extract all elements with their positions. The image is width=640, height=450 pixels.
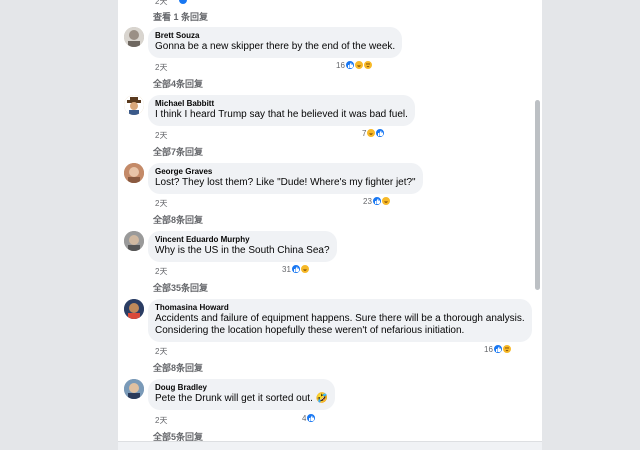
- comment-author[interactable]: Brett Souza: [155, 31, 395, 41]
- comment-text: Gonna be a new skipper there by the end …: [155, 41, 396, 52]
- sad-icon: [362, 60, 373, 70]
- scrollbar-thumb[interactable]: [535, 100, 540, 290]
- comment-author[interactable]: Vincent Eduardo Murphy: [155, 235, 330, 245]
- comment-time[interactable]: 2天: [155, 62, 167, 73]
- comment-text: Accidents and failure of equipment happe…: [155, 313, 525, 324]
- comment-time[interactable]: 2天: [155, 198, 167, 209]
- haha-icon: [299, 264, 310, 274]
- reaction-summary[interactable]: 23: [363, 196, 391, 206]
- avatar[interactable]: [124, 27, 144, 47]
- like-icon: [306, 413, 317, 423]
- view-replies-link[interactable]: 全部4条回复: [153, 77, 203, 90]
- view-replies-link[interactable]: 查看 1 条回复: [153, 10, 208, 23]
- like-icon: [178, 0, 188, 5]
- reaction-count: 16: [484, 344, 493, 354]
- reaction-summary[interactable]: 16: [484, 344, 512, 354]
- reaction-summary[interactable]: 4: [302, 413, 317, 423]
- reaction-summary[interactable]: 31: [282, 264, 310, 274]
- like-icon: [375, 128, 386, 138]
- comment-author[interactable]: Michael Babbitt: [155, 99, 408, 109]
- comment-bubble: Brett Souza Gonna be a new skipper there…: [148, 27, 403, 58]
- comment-author[interactable]: Doug Bradley: [155, 383, 328, 393]
- comments-panel: 2天 查看 1 条回复 Brett Souza Gonna be a new s…: [118, 0, 542, 450]
- haha-icon: [380, 196, 391, 206]
- comment-bubble: Vincent Eduardo Murphy Why is the US in …: [148, 231, 337, 262]
- comment-time[interactable]: 2天: [155, 130, 167, 141]
- comment-text: Lost? They lost them? Like "Dude! Where'…: [155, 177, 416, 188]
- comment-author[interactable]: George Graves: [155, 167, 416, 177]
- avatar[interactable]: [124, 95, 144, 115]
- comment-bubble: Doug Bradley Pete the Drunk will get it …: [148, 379, 336, 410]
- view-replies-link[interactable]: 全部35条回复: [153, 281, 208, 294]
- comment-text-line-2: Considering the location hopefully these…: [155, 325, 465, 336]
- comment-bubble: Michael Babbitt I think I heard Trump sa…: [148, 95, 415, 126]
- comment-time[interactable]: 2天: [155, 0, 167, 7]
- comment-time[interactable]: 2天: [155, 266, 167, 277]
- comment-time[interactable]: 2天: [155, 415, 167, 426]
- reaction-summary[interactable]: 16: [336, 60, 373, 70]
- comment-text: Why is the US in the South China Sea?: [155, 245, 330, 256]
- reaction-count: 31: [282, 264, 291, 274]
- comment-text: Pete the Drunk will get it sorted out. 🤣: [155, 393, 329, 404]
- comment-bubble: Thomasina Howard Accidents and failure o…: [148, 299, 532, 342]
- reaction-count: 23: [363, 196, 372, 206]
- comment-bubble: George Graves Lost? They lost them? Like…: [148, 163, 423, 194]
- reaction-count: 16: [336, 60, 345, 70]
- view-replies-link[interactable]: 全部8条回复: [153, 213, 203, 226]
- comment-text: I think I heard Trump say that he believ…: [155, 109, 408, 120]
- comment-author[interactable]: Thomasina Howard: [155, 303, 525, 313]
- sad-icon: [501, 344, 512, 354]
- avatar[interactable]: [124, 379, 144, 399]
- avatar[interactable]: [124, 163, 144, 183]
- view-replies-link[interactable]: 全部7条回复: [153, 145, 203, 158]
- avatar[interactable]: [124, 231, 144, 251]
- avatar[interactable]: [124, 299, 144, 319]
- bottom-divider: [118, 441, 542, 450]
- view-replies-link[interactable]: 全部8条回复: [153, 361, 203, 374]
- comment-time[interactable]: 2天: [155, 346, 167, 357]
- reaction-summary[interactable]: [178, 0, 188, 5]
- reaction-summary[interactable]: 7: [362, 128, 386, 138]
